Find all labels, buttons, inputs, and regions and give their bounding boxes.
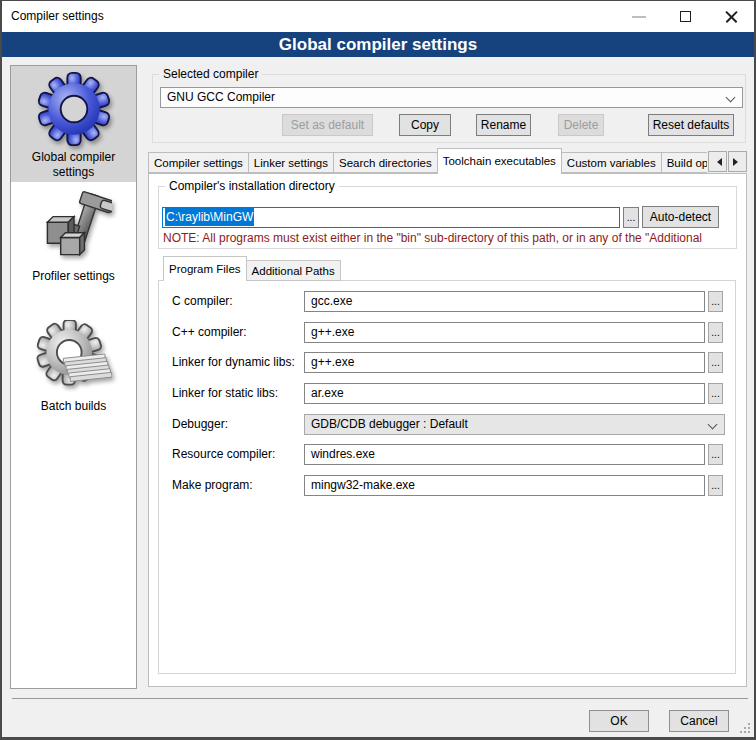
tab-scroll-right-button[interactable] — [728, 151, 747, 172]
browse-directory-button[interactable]: ... — [623, 207, 639, 228]
group-legend: Compiler's installation directory — [165, 179, 339, 194]
settings-tabstrip: Compiler settings Linker settings Search… — [148, 148, 707, 174]
tab-scroll-arrows — [707, 151, 747, 172]
titlebar[interactable]: Compiler settings — [2, 1, 754, 32]
field-input[interactable]: gcc.exe — [304, 291, 705, 312]
field-label: Linker for static libs: — [172, 386, 278, 400]
toolchain-field-row: Resource compiler: windres.exe... — [159, 444, 735, 465]
ok-button[interactable]: OK — [589, 710, 649, 732]
field-label: Make program: — [172, 478, 253, 492]
dialog-header: Global compiler settings — [2, 32, 754, 57]
chevron-down-icon — [708, 420, 718, 430]
toolchain-field-row: C compiler: gcc.exe... — [159, 291, 735, 312]
installation-directory-input[interactable]: C:\raylib\MinGW — [162, 207, 620, 228]
resize-grip[interactable] — [740, 723, 752, 735]
browse-button[interactable]: ... — [708, 291, 723, 312]
compiler-combobox[interactable]: GNU GCC Compiler — [160, 87, 743, 108]
field-label: C++ compiler: — [172, 325, 247, 339]
chevron-down-icon — [726, 93, 736, 103]
tab-linker-settings[interactable]: Linker settings — [248, 152, 334, 173]
selected-compiler-group: Selected compiler GNU GCC Compiler Set a… — [152, 74, 746, 143]
settings-category-sidebar: Global compiler settings — [10, 65, 137, 689]
maximize-button[interactable] — [662, 1, 708, 32]
tab-program-files[interactable]: Program Files — [163, 256, 247, 281]
blue-gear-icon — [36, 71, 112, 147]
debugger-combobox[interactable]: GDB/CDB debugger : Default — [304, 414, 725, 435]
browse-button[interactable]: ... — [708, 383, 723, 404]
tab-toolchain-executables[interactable]: Toolchain executables — [437, 148, 562, 174]
window-title: Compiler settings — [11, 9, 104, 23]
sidebar-item-batch-builds[interactable]: Batch builds — [11, 318, 136, 418]
field-label: Resource compiler: — [172, 447, 275, 461]
auto-detect-button[interactable]: Auto-detect — [642, 206, 719, 228]
footer-separator — [12, 698, 748, 699]
toolchain-field-row: Debugger: GDB/CDB debugger : Default — [159, 414, 735, 435]
tab-compiler-settings[interactable]: Compiler settings — [148, 152, 249, 173]
close-icon — [724, 9, 739, 24]
program-files-panel: C compiler: gcc.exe... C++ compiler: g++.ex… — [158, 280, 736, 674]
copy-button[interactable]: Copy — [399, 114, 451, 136]
cancel-button[interactable]: Cancel — [669, 710, 729, 732]
gear-paper-stack-icon — [36, 320, 112, 396]
program-files-tabstrip: Program Files Additional Paths — [163, 256, 340, 281]
field-input[interactable]: g++.exe — [304, 322, 705, 343]
minimize-icon — [632, 16, 646, 18]
toolchain-field-row: Linker for dynamic libs: g++.exe... — [159, 352, 735, 373]
window-controls — [616, 1, 754, 32]
toolchain-field-row: Linker for static libs: ar.exe... — [159, 383, 735, 404]
compiler-settings-window: Compiler settings Global compiler settin… — [0, 0, 756, 740]
group-legend: Selected compiler — [159, 67, 262, 82]
field-input[interactable]: ar.exe — [304, 383, 705, 404]
sidebar-item-profiler-settings[interactable]: Profiler settings — [11, 188, 136, 292]
left-arrow-icon — [713, 158, 722, 166]
compiler-combobox-value: GNU GCC Compiler — [167, 90, 275, 104]
installation-directory-group: Compiler's installation directory C:\ray… — [158, 186, 737, 249]
browse-button[interactable]: ... — [708, 475, 723, 496]
tab-scroll-left-button[interactable] — [708, 151, 727, 172]
sidebar-item-label: Profiler settings — [19, 269, 129, 284]
tab-search-directories[interactable]: Search directories — [333, 152, 438, 173]
sidebar-item-label: Batch builds — [19, 399, 129, 414]
field-label: C compiler: — [172, 294, 233, 308]
field-input[interactable]: g++.exe — [304, 352, 705, 373]
delete-button[interactable]: Delete — [558, 114, 604, 136]
field-input[interactable]: mingw32-make.exe — [304, 475, 705, 496]
field-label: Debugger: — [172, 417, 228, 431]
debugger-combobox-value: GDB/CDB debugger : Default — [311, 417, 468, 431]
reset-defaults-button[interactable]: Reset defaults — [648, 114, 734, 136]
sidebar-item-global-compiler-settings[interactable]: Global compiler settings — [11, 66, 136, 182]
maximize-icon — [680, 11, 691, 22]
field-input[interactable]: windres.exe — [304, 444, 705, 465]
rename-button[interactable]: Rename — [476, 114, 531, 136]
toolchain-field-row: C++ compiler: g++.exe... — [159, 322, 735, 343]
toolchain-field-row: Make program: mingw32-make.exe... — [159, 475, 735, 496]
close-button[interactable] — [708, 1, 754, 32]
note-text: NOTE: All programs must exist either in … — [163, 231, 731, 245]
set-as-default-button[interactable]: Set as default — [282, 114, 373, 136]
selected-text: C:\raylib\MinGW — [165, 208, 254, 226]
caliper-icon — [36, 190, 112, 266]
tab-build-options[interactable]: Build options — [661, 152, 707, 173]
toolchain-executables-page: Compiler's installation directory C:\ray… — [148, 173, 747, 687]
browse-button[interactable]: ... — [708, 352, 723, 373]
sidebar-item-label: Global compiler settings — [24, 150, 124, 180]
right-arrow-icon — [733, 158, 742, 166]
tab-custom-variables[interactable]: Custom variables — [561, 152, 662, 173]
minimize-button[interactable] — [616, 1, 662, 32]
browse-button[interactable]: ... — [708, 444, 723, 465]
browse-button[interactable]: ... — [708, 322, 723, 343]
tab-additional-paths[interactable]: Additional Paths — [246, 260, 341, 281]
field-label: Linker for dynamic libs: — [172, 355, 295, 369]
